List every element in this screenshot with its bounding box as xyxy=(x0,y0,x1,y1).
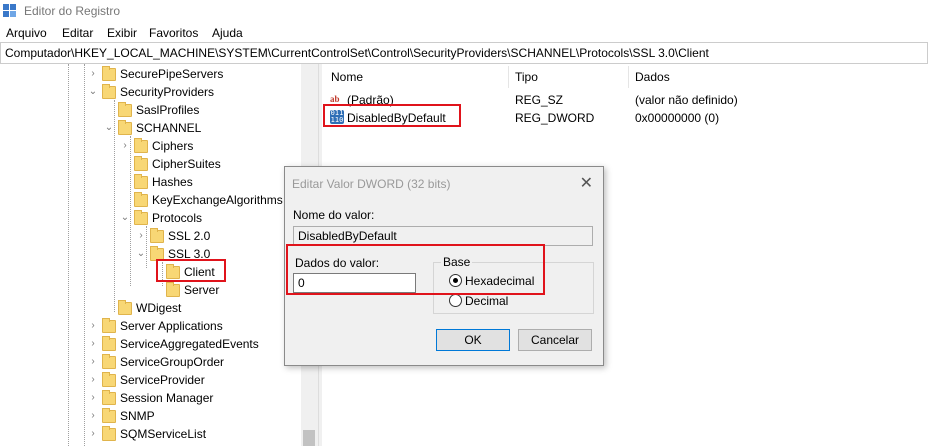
column-header-data[interactable]: Dados xyxy=(635,70,670,84)
tree-node-label: ServiceAggregatedEvents xyxy=(120,337,259,351)
chevron-down-icon[interactable]: ⌄ xyxy=(104,123,114,133)
tree-node-label: Server xyxy=(184,283,220,297)
tree-expander xyxy=(120,177,130,187)
folder-icon xyxy=(102,354,116,369)
title-bar: Editor do Registro xyxy=(0,0,928,24)
chevron-right-icon[interactable]: › xyxy=(120,141,130,151)
folder-icon xyxy=(166,282,180,297)
tree-node-label: SecurityProviders xyxy=(120,85,215,99)
folder-icon xyxy=(118,300,132,315)
folder-icon xyxy=(134,174,148,189)
tree-guide-line xyxy=(84,64,85,446)
tree-node-label: SSL 2.0 xyxy=(168,229,211,243)
column-divider[interactable] xyxy=(628,66,629,88)
tree-expander xyxy=(120,159,130,169)
value-type: REG_SZ xyxy=(515,93,564,107)
radio-decimal[interactable] xyxy=(449,294,462,307)
tree-guide-line xyxy=(114,100,115,312)
chevron-down-icon[interactable]: ⌄ xyxy=(88,87,98,97)
value-name-field: DisabledByDefault xyxy=(293,226,593,246)
folder-icon xyxy=(134,138,148,153)
value-type: REG_DWORD xyxy=(515,111,595,125)
menu-favoritos[interactable]: Favoritos xyxy=(149,26,198,40)
tree-expander xyxy=(152,285,162,295)
registry-tree: › SecurePipeServers ⌄ SecurityProviders Sa… xyxy=(0,64,318,446)
window-title: Editor do Registro xyxy=(24,4,121,18)
column-divider[interactable] xyxy=(508,66,509,88)
folder-icon xyxy=(102,318,116,333)
chevron-right-icon[interactable]: › xyxy=(88,357,98,367)
tree-node-label: SNMP xyxy=(120,409,155,423)
chevron-right-icon[interactable]: › xyxy=(88,69,98,79)
chevron-right-icon[interactable]: › xyxy=(88,393,98,403)
tree-node-label: ServiceProvider xyxy=(120,373,205,387)
folder-icon xyxy=(102,336,116,351)
column-header-type[interactable]: Tipo xyxy=(515,70,538,84)
tree-guide-line xyxy=(130,136,131,286)
folder-icon xyxy=(134,156,148,171)
folder-icon xyxy=(102,426,116,441)
tree-node-label: ServiceGroupOrder xyxy=(120,355,225,369)
value-name-label: Nome do valor: xyxy=(293,208,375,222)
folder-icon xyxy=(102,84,116,99)
tree-node-label: WDigest xyxy=(136,301,182,315)
chevron-right-icon[interactable]: › xyxy=(136,231,146,241)
chevron-down-icon[interactable]: ⌄ xyxy=(120,213,130,223)
address-path: Computador\HKEY_LOCAL_MACHINE\SYSTEM\Cur… xyxy=(5,46,709,60)
tree-expander xyxy=(120,195,130,205)
tree-node-label: Protocols xyxy=(152,211,203,225)
dialog-title: Editar Valor DWORD (32 bits) xyxy=(292,177,451,191)
tree-node-label: SecurePipeServers xyxy=(120,67,224,81)
chevron-right-icon[interactable]: › xyxy=(88,411,98,421)
address-bar[interactable]: Computador\HKEY_LOCAL_MACHINE\SYSTEM\Cur… xyxy=(0,42,928,64)
chevron-right-icon[interactable]: › xyxy=(88,321,98,331)
folder-icon xyxy=(134,192,148,207)
chevron-down-icon[interactable]: ⌄ xyxy=(136,249,146,259)
tree-node-label: Hashes xyxy=(152,175,193,189)
tree-guide-line xyxy=(146,226,147,268)
menu-editar[interactable]: Editar xyxy=(62,26,93,40)
chevron-right-icon[interactable]: › xyxy=(88,339,98,349)
value-name-text: DisabledByDefault xyxy=(298,229,397,243)
folder-icon xyxy=(150,228,164,243)
ok-button[interactable]: OK xyxy=(436,329,510,351)
menu-arquivo[interactable]: Arquivo xyxy=(6,26,47,40)
tree-node-label: SQMServiceList xyxy=(120,427,207,441)
folder-icon xyxy=(134,210,148,225)
tree-expander xyxy=(104,303,114,313)
close-icon[interactable]: ✕ xyxy=(580,173,593,193)
highlight-disabledbydefault-row xyxy=(323,104,461,127)
decimal-label[interactable]: Decimal xyxy=(465,294,508,308)
tree-expander xyxy=(104,105,114,115)
scrollbar-thumb[interactable] xyxy=(303,430,315,446)
tree-node-label: Ciphers xyxy=(152,139,194,153)
chevron-right-icon[interactable]: › xyxy=(88,429,98,439)
folder-icon xyxy=(102,66,116,81)
tree-guide-line xyxy=(68,64,69,446)
chevron-right-icon[interactable]: › xyxy=(88,375,98,385)
value-data: 0x00000000 (0) xyxy=(635,111,720,125)
folder-icon xyxy=(102,372,116,387)
cancel-button[interactable]: Cancelar xyxy=(518,329,592,351)
tree-node-label: SaslProfiles xyxy=(136,103,200,117)
menu-exibir[interactable]: Exibir xyxy=(107,26,137,40)
menu-bar: Arquivo Editar Exibir Favoritos Ajuda xyxy=(0,24,928,42)
column-header-name[interactable]: Nome xyxy=(331,70,363,84)
folder-icon xyxy=(102,408,116,423)
highlight-client-node xyxy=(156,259,226,282)
folder-icon xyxy=(118,102,132,117)
registry-editor-icon xyxy=(3,4,16,17)
tree-node-label: Server Applications xyxy=(120,319,223,333)
tree-node-label: SCHANNEL xyxy=(136,121,202,135)
folder-icon xyxy=(118,120,132,135)
tree-node-label: CipherSuites xyxy=(152,157,221,171)
highlight-data-and-base xyxy=(286,244,545,295)
tree-node-label: Session Manager xyxy=(120,391,214,405)
menu-ajuda[interactable]: Ajuda xyxy=(212,26,243,40)
tree-node-label: KeyExchangeAlgorithms xyxy=(152,193,283,207)
value-data: (valor não definido) xyxy=(635,93,738,107)
folder-icon xyxy=(102,390,116,405)
